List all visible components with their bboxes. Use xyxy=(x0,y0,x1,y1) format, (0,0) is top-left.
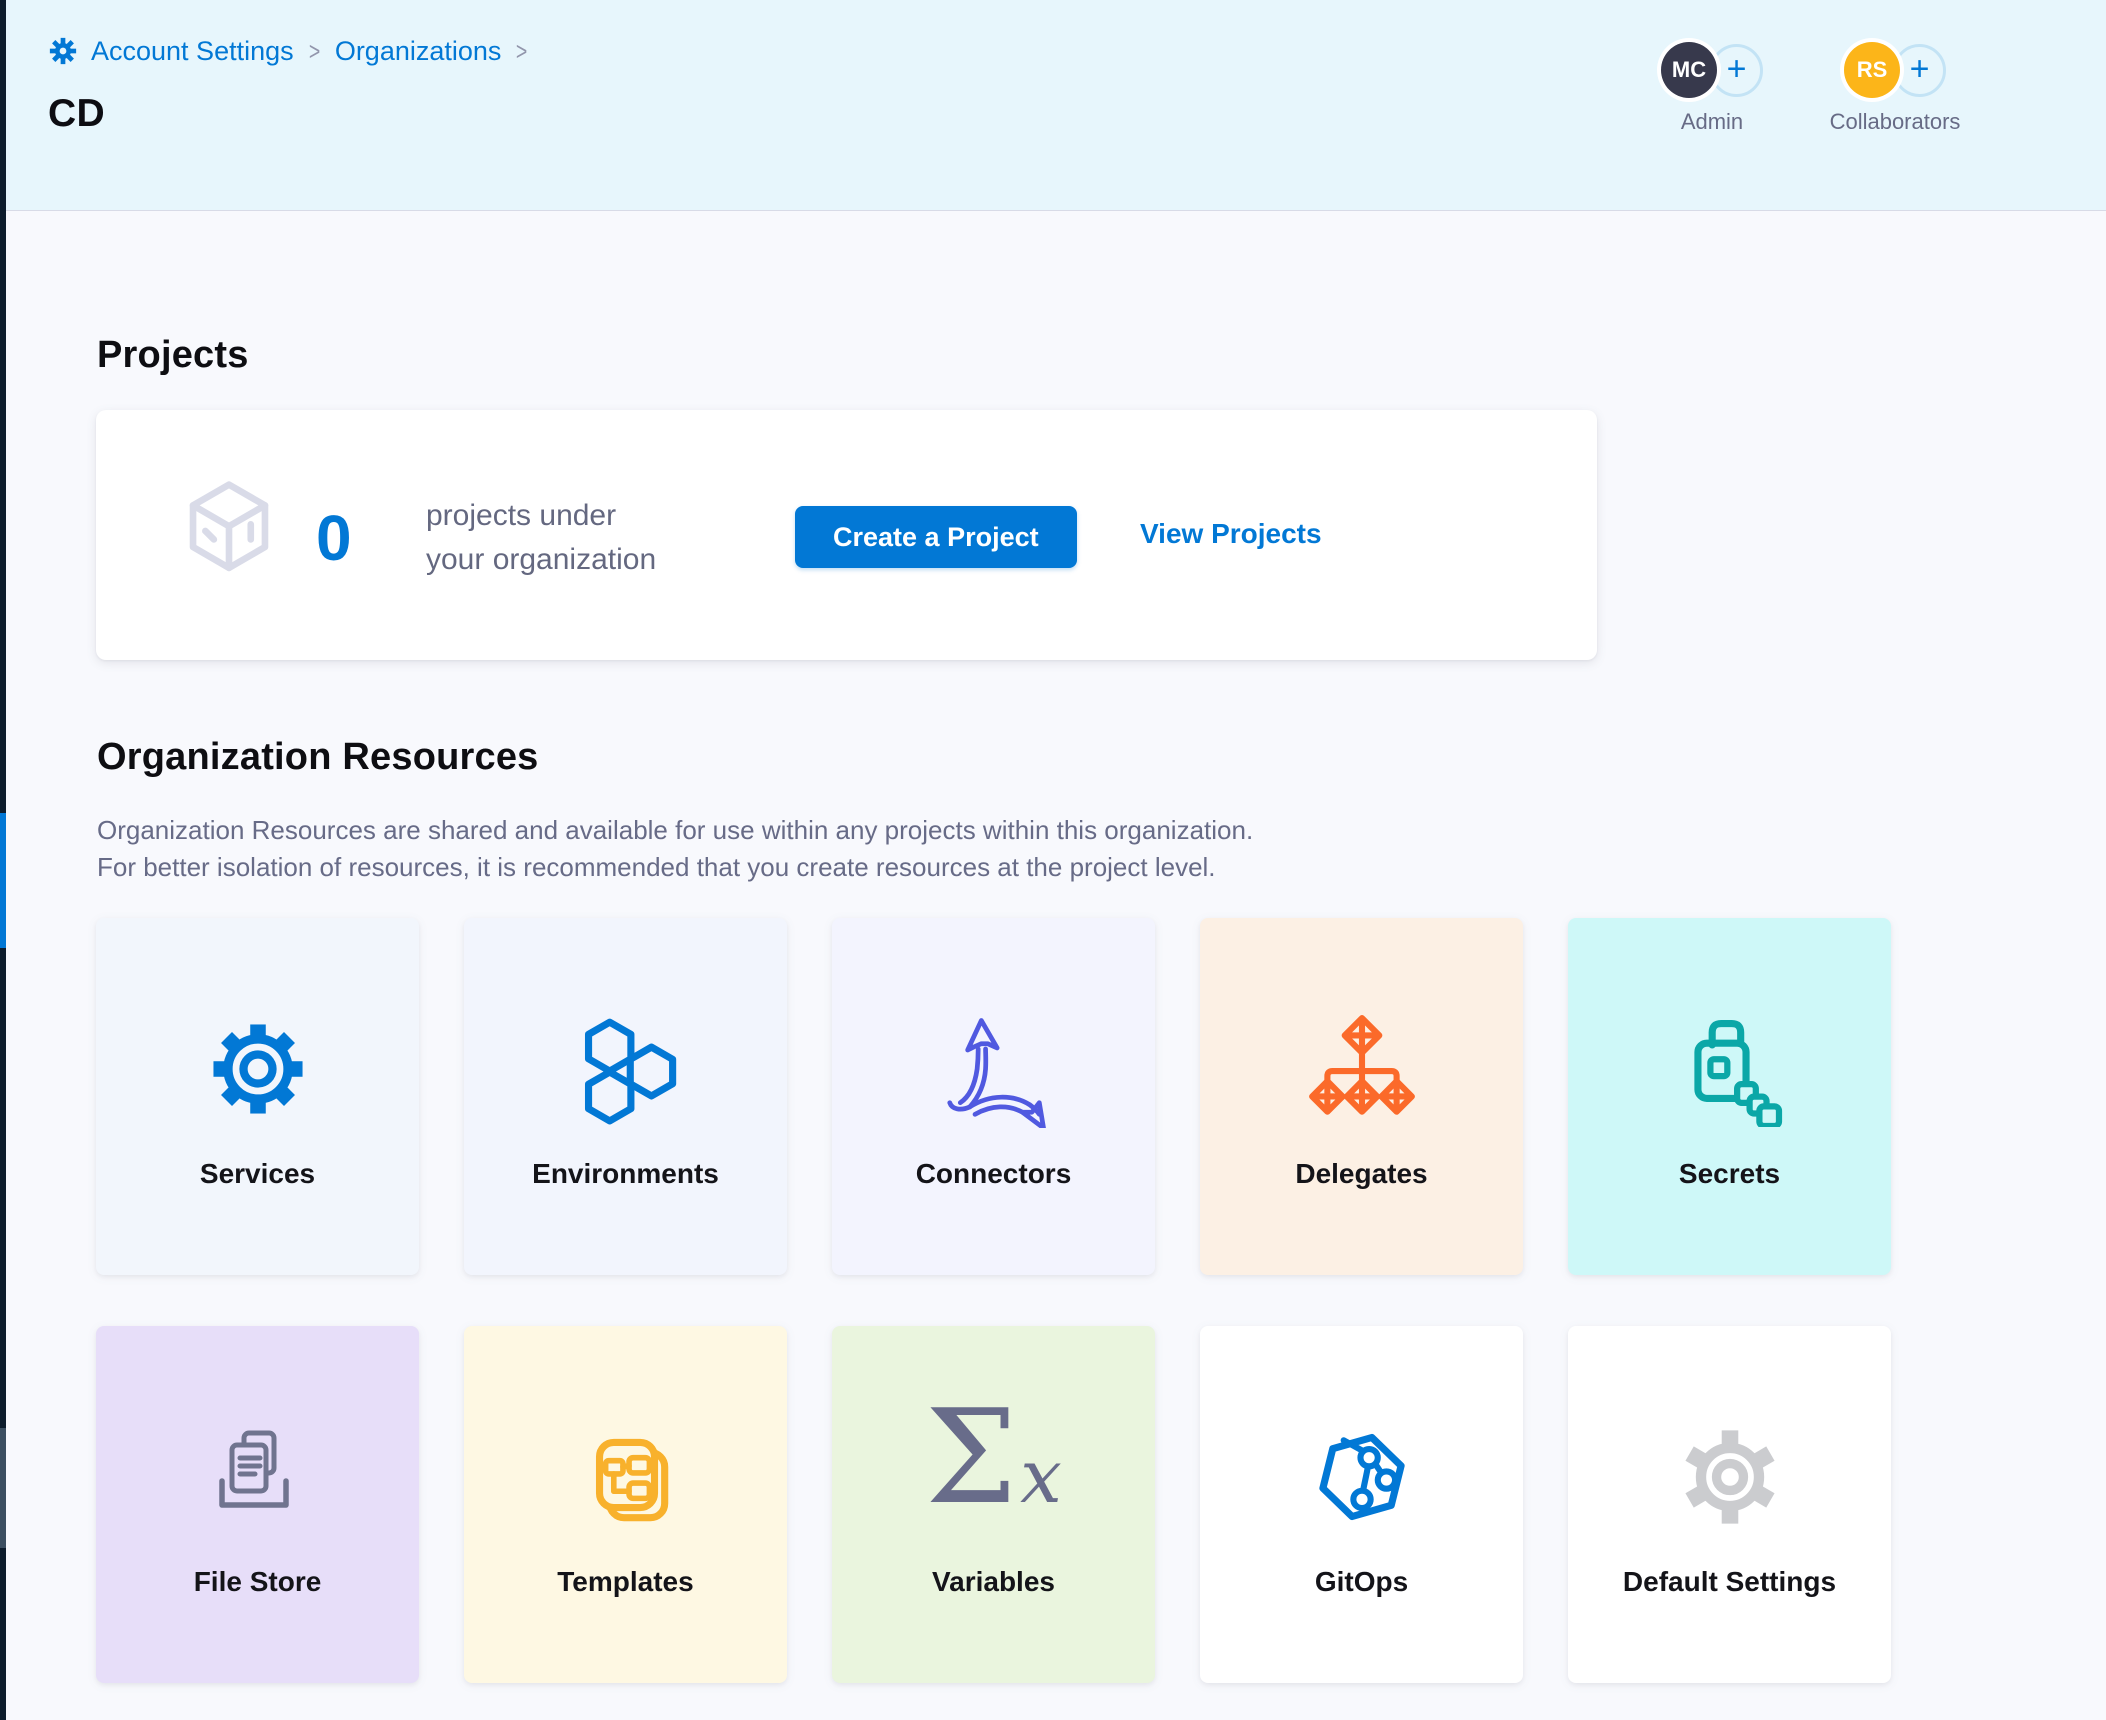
breadcrumb-organizations[interactable]: Organizations xyxy=(335,36,502,67)
resources-description: Organization Resources are shared and av… xyxy=(97,812,1253,886)
projects-description-line: projects under xyxy=(426,494,656,538)
curved-arrows-icon xyxy=(832,1006,1155,1132)
resources-heading: Organization Resources xyxy=(97,736,539,779)
card-file-store[interactable]: File Store xyxy=(96,1326,419,1683)
settings-gear-icon xyxy=(48,36,78,66)
plus-icon: + xyxy=(1727,52,1747,86)
card-delegates[interactable]: Delegates xyxy=(1200,918,1523,1275)
hexagons-icon xyxy=(464,1006,787,1132)
projects-description: projects under your organization xyxy=(426,494,656,582)
create-project-button[interactable]: Create a Project xyxy=(795,506,1077,568)
cube-icon xyxy=(176,472,282,593)
sigma-x-icon: Σx xyxy=(832,1414,1155,1540)
gear-outline-icon xyxy=(1568,1414,1891,1540)
projects-heading: Projects xyxy=(97,334,249,377)
add-admin-button[interactable]: + xyxy=(1710,44,1763,97)
card-connectors[interactable]: Connectors xyxy=(832,918,1155,1275)
template-flowchart-icon xyxy=(464,1414,787,1540)
collaborators-group: RS + Collaborators xyxy=(1836,42,1954,135)
org-overview-page: Account Settings > Organizations > CD MC… xyxy=(0,0,2106,1720)
projects-count: 0 xyxy=(316,506,352,570)
page-header: Account Settings > Organizations > CD MC… xyxy=(6,0,2106,211)
card-label: Delegates xyxy=(1200,1158,1523,1190)
view-projects-link[interactable]: View Projects xyxy=(1140,518,1322,550)
card-services[interactable]: Services xyxy=(96,918,419,1275)
admin-group: MC + Admin xyxy=(1656,42,1768,135)
breadcrumb-account-settings[interactable]: Account Settings xyxy=(91,36,294,67)
card-environments[interactable]: Environments xyxy=(464,918,787,1275)
resources-description-line: For better isolation of resources, it is… xyxy=(97,849,1253,886)
diamond-network-icon xyxy=(1200,1006,1523,1132)
card-label: Connectors xyxy=(832,1158,1155,1190)
breadcrumb-separator: > xyxy=(516,36,527,67)
admin-label: Admin xyxy=(1681,109,1743,135)
collaborators-label: Collaborators xyxy=(1830,109,1961,135)
gear-icon xyxy=(96,1006,419,1132)
card-gitops[interactable]: GitOps xyxy=(1200,1326,1523,1683)
card-templates[interactable]: Templates xyxy=(464,1326,787,1683)
breadcrumb: Account Settings > Organizations > xyxy=(48,34,530,68)
card-default-settings[interactable]: Default Settings xyxy=(1568,1326,1891,1683)
card-label: File Store xyxy=(96,1566,419,1598)
git-branch-hexagon-icon xyxy=(1200,1414,1523,1540)
resources-grid: Services Environments xyxy=(96,918,1891,1683)
card-label: GitOps xyxy=(1200,1566,1523,1598)
page-title: CD xyxy=(48,92,105,136)
plus-icon: + xyxy=(1910,52,1930,86)
add-collaborator-button[interactable]: + xyxy=(1893,44,1946,97)
card-label: Default Settings xyxy=(1568,1566,1891,1598)
card-label: Environments xyxy=(464,1158,787,1190)
collapsed-sidebar-rail[interactable] xyxy=(0,0,6,1720)
card-label: Templates xyxy=(464,1566,787,1598)
projects-description-line: your organization xyxy=(426,538,656,582)
sigma-glyph: Σ xyxy=(925,1381,1017,1533)
card-secrets[interactable]: Secrets xyxy=(1568,918,1891,1275)
documents-tray-icon xyxy=(96,1414,419,1540)
card-label: Services xyxy=(96,1158,419,1190)
card-label: Variables xyxy=(832,1566,1155,1598)
sidebar-lower-indicator xyxy=(0,1428,6,1548)
card-variables[interactable]: Σx Variables xyxy=(832,1326,1155,1683)
collaborator-avatar[interactable]: RS xyxy=(1844,42,1900,98)
card-label: Secrets xyxy=(1568,1158,1891,1190)
breadcrumb-separator: > xyxy=(309,36,320,67)
resources-description-line: Organization Resources are shared and av… xyxy=(97,812,1253,849)
lock-chain-icon xyxy=(1568,1006,1891,1132)
admin-avatar[interactable]: MC xyxy=(1661,42,1717,98)
sidebar-active-indicator xyxy=(0,813,6,948)
x-glyph: x xyxy=(1020,1434,1062,1520)
projects-summary-card: 0 projects under your organization Creat… xyxy=(96,410,1597,660)
